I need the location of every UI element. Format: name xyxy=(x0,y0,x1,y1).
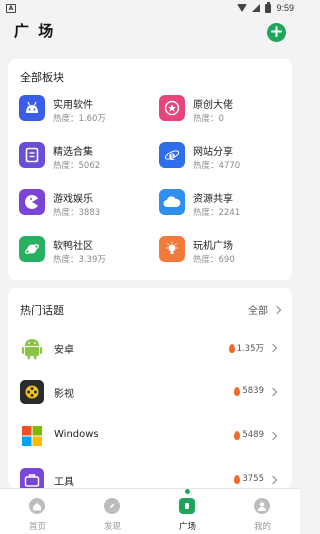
home-icon xyxy=(29,498,45,514)
board-name: 原创大佬 xyxy=(193,100,233,111)
android-logo-icon xyxy=(20,336,44,360)
topic-heat-value: 1.35万 xyxy=(236,344,264,354)
active-indicator-dot xyxy=(185,489,190,494)
topic-heat: 5489 xyxy=(234,430,264,440)
board-heat: 热度：690 xyxy=(193,255,235,265)
board-item-collections[interactable]: 精选合集 热度：5062 xyxy=(19,142,149,172)
boards-card: 全部板块 实用软件 热度：1.60万 原创大佬 热度：0 精选合集 热度：506… xyxy=(8,59,292,280)
flame-icon xyxy=(234,430,241,440)
topic-name: 工具 xyxy=(54,477,74,488)
topic-name: Windows xyxy=(54,429,99,440)
topic-row-windows[interactable]: Windows 5489 xyxy=(8,416,292,460)
status-time: 9:59 xyxy=(276,3,294,13)
square-icon xyxy=(179,498,195,514)
wifi-icon xyxy=(237,4,248,12)
board-item-original-experts[interactable]: 原创大佬 热度：0 xyxy=(159,95,289,125)
board-heat: 热度：2241 xyxy=(193,208,241,218)
bottom-tab-bar: 首页 发现 广场 我的 xyxy=(0,488,300,534)
topic-name: 安卓 xyxy=(54,345,74,356)
board-item-practical-software[interactable]: 实用软件 热度：1.60万 xyxy=(19,95,149,125)
signal-icon xyxy=(252,4,261,12)
flame-icon xyxy=(234,474,241,484)
toolbox-icon xyxy=(20,468,44,488)
board-heat: 热度：3883 xyxy=(53,208,101,218)
board-name: 软鸭社区 xyxy=(53,241,93,252)
board-heat: 热度：3.39万 xyxy=(53,255,106,265)
status-indicators: 9:59 xyxy=(237,1,294,13)
topic-row-tools[interactable]: 工具 3755 xyxy=(8,460,292,488)
android-icon xyxy=(19,95,45,121)
topic-heat: 5839 xyxy=(234,386,264,396)
topic-row-android[interactable]: 安卓 1.35万 xyxy=(8,328,292,372)
profile-icon xyxy=(254,498,270,514)
status-bar: A 9:59 xyxy=(0,0,300,16)
page-title: 广 场 xyxy=(14,22,56,40)
board-item-ruanya-community[interactable]: 软鸭社区 热度：3.39万 xyxy=(19,236,149,266)
topic-row-video[interactable]: 影视 5839 xyxy=(8,372,292,416)
add-post-button[interactable]: + xyxy=(267,23,286,42)
board-name: 游戏娱乐 xyxy=(53,194,93,205)
topic-name: 影视 xyxy=(54,389,74,400)
board-name: 资源共享 xyxy=(193,194,233,205)
chevron-right-icon xyxy=(272,305,282,314)
compass-icon xyxy=(104,498,120,514)
tab-square[interactable]: 广场 xyxy=(150,489,225,534)
bulb-icon xyxy=(159,236,185,262)
board-name: 网站分享 xyxy=(193,147,233,158)
flame-icon xyxy=(234,386,241,396)
board-heat: 热度：4770 xyxy=(193,161,241,171)
board-item-website-sharing[interactable]: e 网站分享 热度：4770 xyxy=(159,142,289,172)
topic-heat-value: 3755 xyxy=(242,474,264,484)
board-heat: 热度：0 xyxy=(193,114,224,124)
tab-label: 首页 xyxy=(28,522,46,532)
chevron-right-icon xyxy=(268,475,278,485)
battery-icon xyxy=(265,1,272,13)
browser-icon: e xyxy=(159,142,185,168)
windows-logo-icon xyxy=(20,424,44,448)
chevron-right-icon xyxy=(268,343,278,353)
all-topics-link[interactable]: 全部 xyxy=(248,302,282,317)
board-name: 实用软件 xyxy=(53,100,93,111)
tab-profile[interactable]: 我的 xyxy=(225,489,300,534)
star-badge-icon xyxy=(159,95,185,121)
chevron-right-icon xyxy=(268,431,278,441)
tab-label: 我的 xyxy=(253,522,271,532)
board-item-games[interactable]: 游戏娱乐 热度：3883 xyxy=(19,189,149,219)
board-name: 玩机广场 xyxy=(193,241,233,252)
flame-icon xyxy=(228,343,235,353)
boards-heading: 全部板块 xyxy=(20,71,64,84)
topic-heat-value: 5489 xyxy=(242,430,264,440)
collection-icon xyxy=(19,142,45,168)
tab-label: 发现 xyxy=(103,522,121,532)
board-item-phone-tinkering[interactable]: 玩机广场 热度：690 xyxy=(159,236,289,266)
pacman-icon xyxy=(19,189,45,215)
all-topics-label: 全部 xyxy=(248,306,268,317)
hot-topics-card: 热门话题 全部 安卓 1.35万 影视 5839 Windows 5489 工具… xyxy=(8,288,292,488)
planet-icon xyxy=(19,236,45,262)
tab-home[interactable]: 首页 xyxy=(0,489,75,534)
tab-label: 广场 xyxy=(178,522,196,532)
chevron-right-icon xyxy=(268,387,278,397)
topic-heat: 3755 xyxy=(234,474,264,484)
board-heat: 热度：5062 xyxy=(53,161,101,171)
hot-topics-heading: 热门话题 xyxy=(20,304,64,317)
notification-icon: A xyxy=(6,3,16,13)
topic-heat: 1.35万 xyxy=(228,342,264,354)
tab-discover[interactable]: 发现 xyxy=(75,489,150,534)
board-heat: 热度：1.60万 xyxy=(53,114,106,124)
board-item-resource-sharing[interactable]: 资源共享 热度：2241 xyxy=(159,189,289,219)
film-reel-icon xyxy=(20,380,44,404)
topic-heat-value: 5839 xyxy=(242,386,264,396)
cloud-icon xyxy=(159,189,185,215)
board-name: 精选合集 xyxy=(53,147,93,158)
